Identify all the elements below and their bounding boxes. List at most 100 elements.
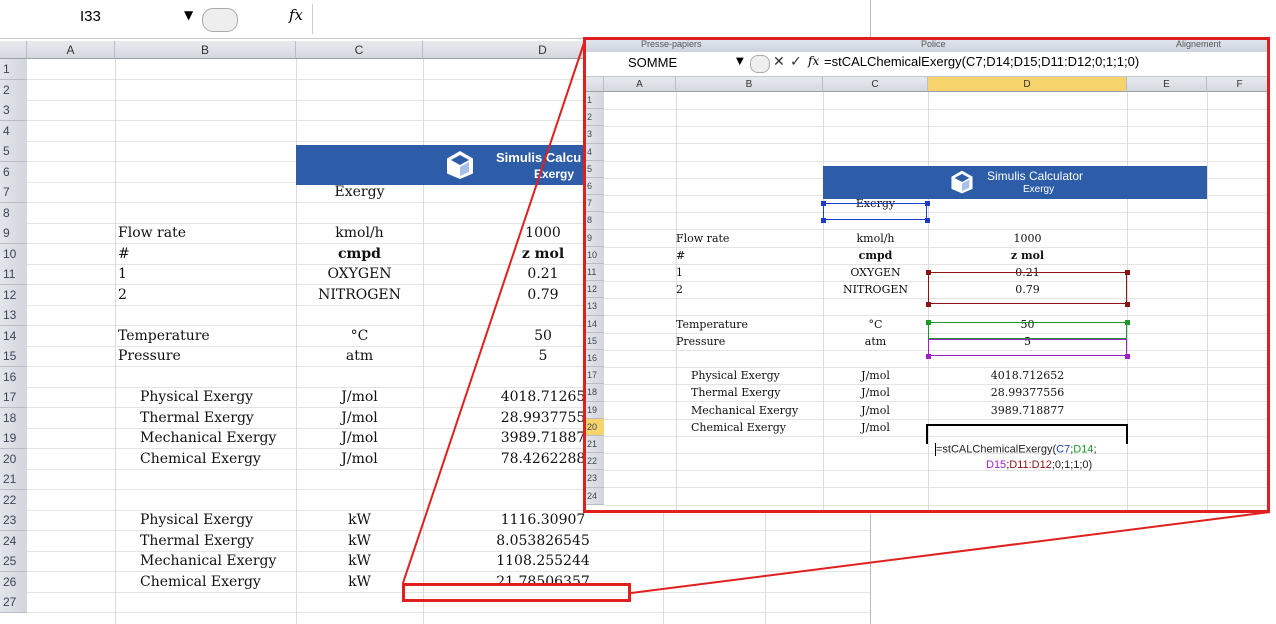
gridline [604, 315, 1267, 317]
ref-d15-purple [928, 339, 1127, 356]
inset-cell-b14[interactable]: Temperature [676, 318, 748, 331]
inset-cell-c19[interactable]: J/mol [823, 404, 928, 417]
inset-row-header[interactable]: 3 [586, 126, 604, 144]
inset-cell-c11[interactable]: OXYGEN [823, 266, 928, 279]
inset-simulis-banner: Simulis Calculator Exergy [823, 166, 1207, 199]
inset-fx-icon[interactable]: fx [808, 54, 819, 68]
inset-row-header[interactable]: 16 [586, 350, 604, 368]
inset-cell-c14[interactable]: °C [823, 318, 928, 331]
inset-row-header[interactable]: 15 [586, 332, 604, 350]
inset-cell-c18[interactable]: J/mol [823, 386, 928, 399]
zoom-inset: Presse-papiers Police Alignement SOMME ▼… [583, 37, 1270, 513]
inset-cell-b19[interactable]: Mechanical Exergy [691, 404, 798, 417]
gridline [604, 504, 1267, 506]
inset-cell-b11[interactable]: 1 [676, 266, 683, 279]
inset-cell-d18[interactable]: 28.99377556 [928, 386, 1127, 399]
active-cell-d20[interactable] [926, 424, 1128, 444]
handle [821, 201, 826, 206]
inset-column-header-c[interactable]: C [823, 77, 928, 92]
inset-row-header[interactable]: 17 [586, 367, 604, 385]
inset-row-header[interactable]: 1 [586, 92, 604, 110]
gridline [604, 229, 1267, 231]
inset-column-header-e[interactable]: E [1127, 77, 1207, 92]
gridline [604, 263, 1267, 265]
gridline [604, 126, 1267, 128]
inset-cell-d19[interactable]: 3989.718877 [928, 404, 1127, 417]
inset-row-header[interactable]: 11 [586, 264, 604, 282]
edit-ref-c7: C7 [1056, 443, 1071, 456]
in-cell-edit-line1[interactable]: =stCALChemicalExergy(C7;D14; [935, 443, 1097, 456]
gridline [604, 367, 1267, 368]
edit-ref-d14: D14 [1073, 443, 1094, 456]
gridline [1207, 92, 1208, 510]
handle [926, 320, 931, 325]
gridline [604, 246, 1267, 248]
inset-row-header[interactable]: 19 [586, 401, 604, 419]
inset-cell-d17[interactable]: 4018.712652 [928, 369, 1127, 382]
handle [821, 218, 826, 223]
inset-select-all[interactable] [586, 77, 604, 92]
inset-row-header[interactable]: 18 [586, 384, 604, 402]
handle [926, 354, 931, 359]
inset-row-header[interactable]: 10 [586, 246, 604, 264]
inset-row-header[interactable]: 2 [586, 109, 604, 127]
inset-cell-c12[interactable]: NITROGEN [823, 283, 928, 296]
ribbon-group-labels: Presse-papiers Police Alignement [586, 39, 1267, 52]
edit-args-tail: ;0;1;1;0) [1051, 459, 1093, 471]
inset-formula-input[interactable]: =stCALChemicalExergy(C7;D14;D15;D11:D12;… [824, 54, 1139, 69]
inset-row-header[interactable]: 8 [586, 212, 604, 230]
handle [1125, 302, 1130, 307]
inset-column-header-a[interactable]: A [604, 77, 676, 92]
edit-func-name: =stCALChemicalExergy( [936, 443, 1057, 456]
inset-name-box[interactable]: SOMME [628, 55, 677, 70]
gridline [604, 212, 1267, 214]
gridline [604, 160, 1267, 162]
inset-row-header[interactable]: 21 [586, 436, 604, 454]
inset-cell-b17[interactable]: Physical Exergy [691, 369, 780, 382]
inset-simulis-logo-icon [951, 170, 973, 194]
inset-row-header[interactable]: 7 [586, 195, 604, 213]
ribbon-font-label: Police [921, 39, 946, 49]
inset-cell-b18[interactable]: Thermal Exergy [691, 386, 780, 399]
inset-column-header-d[interactable]: D [928, 77, 1127, 92]
inset-name-dropdown-icon[interactable]: ▼ [736, 56, 744, 67]
inset-pill [750, 55, 770, 73]
handle [925, 218, 930, 223]
inset-cell-d10[interactable]: z mol [928, 249, 1127, 262]
inset-row-header[interactable]: 22 [586, 453, 604, 471]
inset-cell-b20[interactable]: Chemical Exergy [691, 421, 786, 434]
inset-column-header-f[interactable]: F [1207, 77, 1267, 92]
inset-cell-c15[interactable]: atm [823, 335, 928, 348]
inset-row-header[interactable]: 6 [586, 178, 604, 196]
handle [1125, 354, 1130, 359]
inset-cell-b10[interactable]: # [676, 249, 685, 262]
ref-d11-d12-red [928, 272, 1127, 304]
enter-icon[interactable]: ✓ [790, 54, 802, 70]
inset-row-header[interactable]: 12 [586, 281, 604, 299]
inset-column-header-b[interactable]: B [676, 77, 823, 92]
inset-cell-c17[interactable]: J/mol [823, 369, 928, 382]
inset-row-header[interactable]: 5 [586, 160, 604, 178]
inset-banner-subtitle: Exergy [1023, 184, 1055, 195]
inset-row-header[interactable]: 4 [586, 143, 604, 161]
inset-cell-c10[interactable]: cmpd [823, 249, 928, 262]
inset-cell-b9[interactable]: Flow rate [676, 232, 729, 245]
gridline [604, 109, 1267, 110]
gridline [823, 92, 824, 510]
ribbon-alignment-label: Alignement [1176, 39, 1222, 49]
in-cell-edit-line2[interactable]: D15;D11:D12;0;1;1;0) [986, 459, 1092, 471]
inset-cell-d9[interactable]: 1000 [928, 232, 1127, 245]
inset-cell-c20[interactable]: J/mol [823, 421, 928, 434]
inset-banner-title: Simulis Calculator [987, 169, 1084, 183]
inset-cell-c9[interactable]: kmol/h [823, 232, 928, 245]
inset-cell-b12[interactable]: 2 [676, 283, 683, 296]
inset-row-header[interactable]: 9 [586, 229, 604, 247]
inset-row-header[interactable]: 20 [586, 418, 604, 436]
cancel-icon[interactable]: ✕ [773, 54, 785, 70]
ref-d14-green [928, 322, 1127, 339]
inset-row-header[interactable]: 23 [586, 470, 604, 488]
inset-row-header[interactable]: 13 [586, 298, 604, 316]
inset-row-header[interactable]: 14 [586, 315, 604, 333]
inset-row-header[interactable]: 24 [586, 487, 604, 505]
inset-cell-b15[interactable]: Pressure [676, 335, 725, 348]
